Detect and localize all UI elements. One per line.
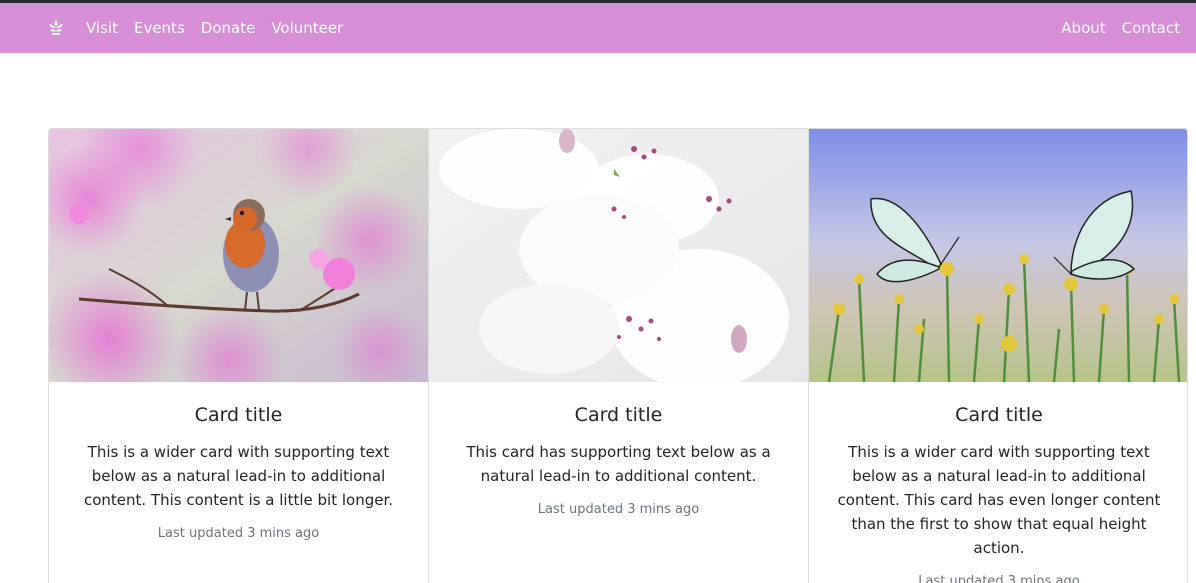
card-image-robin <box>49 129 428 382</box>
butterflies-in-meadow-image <box>809 129 1187 382</box>
card-title: Card title <box>574 404 663 426</box>
card-body: Card title This is a wider card with sup… <box>49 382 428 541</box>
nav-link-events[interactable]: Events <box>134 19 185 37</box>
card: Card title This card has supporting text… <box>429 129 809 583</box>
navbar: Visit Events Donate Volunteer About Cont… <box>0 3 1196 53</box>
brand-logo[interactable] <box>44 16 68 40</box>
card-last-updated: Last updated 3 mins ago <box>537 502 700 517</box>
nav-link-visit[interactable]: Visit <box>86 19 118 37</box>
card-image-orchids <box>429 129 808 382</box>
lotus-icon <box>49 20 63 35</box>
nav-link-about[interactable]: About <box>1061 19 1105 37</box>
card-last-updated: Last updated 3 mins ago <box>157 526 320 541</box>
card: Card title This is a wider card with sup… <box>809 129 1187 583</box>
card-title: Card title <box>194 404 283 426</box>
nav-right-group: About Contact <box>1061 19 1196 37</box>
card: Card title This is a wider card with sup… <box>49 129 429 583</box>
robin-on-pink-blossoms-image <box>49 129 428 382</box>
card-text: This is a wider card with supporting tex… <box>837 443 1161 557</box>
card-title: Card title <box>955 404 1043 426</box>
card-text: This is a wider card with supporting tex… <box>83 443 394 509</box>
card-body: Card title This is a wider card with sup… <box>809 382 1187 583</box>
card-text: This card has supporting text below as a… <box>466 443 771 485</box>
nav-link-volunteer[interactable]: Volunteer <box>271 19 343 37</box>
nav-link-donate[interactable]: Donate <box>201 19 256 37</box>
nav-link-contact[interactable]: Contact <box>1122 19 1180 37</box>
card-image-butterflies <box>809 129 1187 382</box>
card-group: Card title This is a wider card with sup… <box>48 128 1188 583</box>
card-body: Card title This card has supporting text… <box>429 382 808 517</box>
white-orchids-image <box>429 129 808 382</box>
card-last-updated: Last updated 3 mins ago <box>918 574 1080 583</box>
